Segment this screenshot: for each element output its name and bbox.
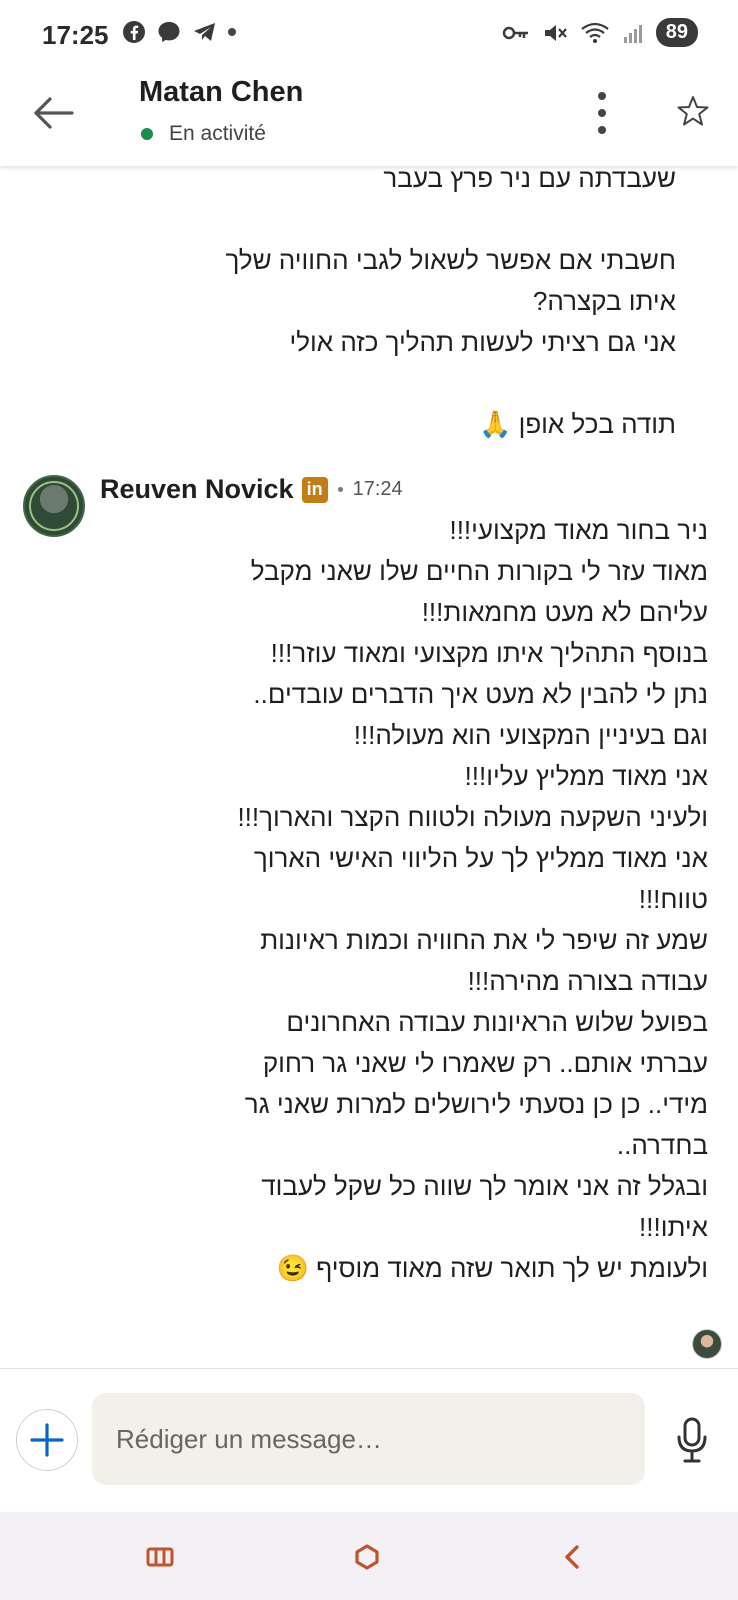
message-line: איתו!!! [639, 1212, 708, 1242]
key-icon [502, 26, 528, 39]
message-line: עברתי אותם.. רק שאמרו לי שאני גר רחוק [262, 1048, 708, 1078]
sender-avatar[interactable] [23, 475, 85, 537]
message-line: עבודה בצורה מהירה!!! [467, 966, 708, 996]
message-line: ובגלל זה אני אומר לך שווה כל שקל לעבוד [261, 1171, 708, 1201]
message-line: בנוסף התהליך איתו מקצועי ומאוד עוזר!!! [270, 638, 708, 668]
message-header: Reuven Novick in 17:24 [100, 474, 403, 505]
attach-button[interactable] [16, 1409, 78, 1471]
read-receipt-avatar [692, 1329, 722, 1359]
status-bar: 17:25 89 [0, 0, 738, 68]
contact-name[interactable]: Matan Chen [139, 76, 303, 109]
message-line: בפועל שלוש הראיונות עבודה האחרונים [286, 1007, 708, 1037]
message-line: בחדרה.. [616, 1130, 708, 1160]
battery-level: 89 [655, 18, 698, 47]
message-line: ולעומת יש לך תואר שזה מאוד מוסיף 😉 [276, 1253, 708, 1283]
telegram-icon [194, 23, 215, 41]
presence-text: En activité [169, 122, 266, 145]
more-options-icon[interactable] [584, 88, 620, 138]
plus-icon [30, 1423, 64, 1457]
message-line: תודה בכל אופן 🙏 [478, 409, 676, 439]
clock: 17:25 [42, 20, 109, 50]
message-timestamp: 17:24 [352, 478, 403, 500]
notification-icons [122, 20, 236, 44]
message-line: איתו בקצרה? [532, 286, 676, 316]
presence-status: En activité [141, 122, 266, 146]
message-body: ניר בחור מאוד מקצועי!!! מאוד עזר לי בקור… [88, 510, 708, 1289]
facebook-icon [123, 21, 145, 43]
message-line: מידי.. כן כן נסעתי לירושלים למרות שאני ג… [244, 1089, 708, 1119]
online-indicator [141, 128, 153, 140]
linkedin-premium-badge: in [301, 476, 328, 503]
system-icons: 89 [502, 18, 698, 47]
vibrate-icon [544, 24, 567, 41]
message-line: אני מאוד ממליץ לך על הליווי האישי הארוך [253, 843, 708, 873]
conversation[interactable]: שעבדתה עם ניר פרץ בעבר חשבתי אם אפשר לשא… [0, 166, 738, 1368]
message-line: שעבדתה עם ניר פרץ בעבר [383, 166, 676, 193]
message-input[interactable] [92, 1393, 645, 1485]
microphone-icon[interactable] [676, 1415, 708, 1465]
message-line: נתן לי להבין לא מעט איך הדברים עובדים.. [253, 679, 708, 709]
star-icon[interactable] [676, 94, 710, 128]
recent-apps-icon[interactable] [145, 1542, 175, 1572]
message-line: ולעיני השקעה מעולה ולטווח הקצר והארוך!!! [237, 802, 708, 832]
message-line: שמע זה שיפר לי את החוויה וכמות ראיונות [260, 925, 708, 955]
message-line: אני גם רציתי לעשות תהליך כזה אולי [289, 327, 676, 357]
message-line: מאוד עזר לי בקורות החיים שלו שאני מקבל [250, 556, 708, 586]
message-composer [0, 1368, 738, 1512]
message-line: עליהם לא מעט מחמאות!!! [421, 597, 708, 627]
message-line: חשבתי אם אפשר לשאול לגבי החוויה שלך [225, 245, 676, 275]
message-line: ניר בחור מאוד מקצועי!!! [449, 515, 708, 545]
message-line: טווח!!! [638, 884, 708, 914]
sender-name[interactable]: Reuven Novick [100, 474, 294, 505]
system-navigation-bar [0, 1512, 738, 1600]
more-notifications-dot [228, 28, 236, 36]
separator-dot [337, 487, 343, 492]
nav-back-icon[interactable] [558, 1542, 588, 1572]
messenger-icon [158, 22, 180, 42]
conversation-header: Matan Chen En activité [0, 68, 738, 166]
wifi-icon [581, 22, 609, 43]
back-arrow-icon[interactable] [30, 90, 76, 136]
previous-message: שעבדתה עם ניר פרץ בעבר חשבתי אם אפשר לשא… [116, 166, 676, 445]
home-icon[interactable] [352, 1542, 382, 1572]
message-line: אני מאוד ממליץ עליו!!! [464, 761, 708, 791]
signal-icon [623, 24, 642, 43]
message-line: וגם בעיניין המקצועי הוא מעולה!!! [353, 720, 708, 750]
